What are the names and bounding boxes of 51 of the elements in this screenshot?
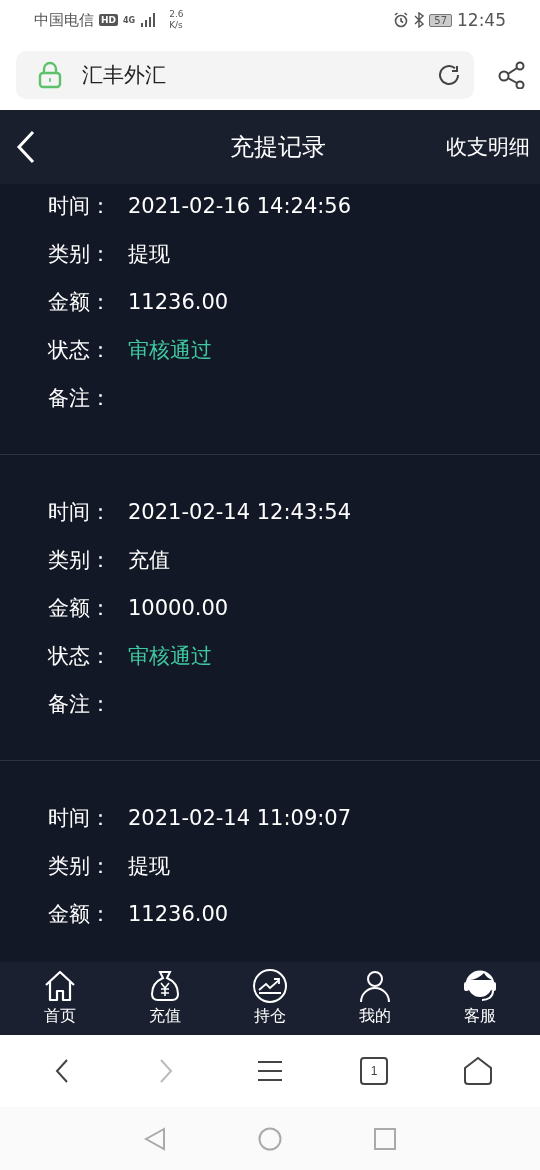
- chevron-left-icon: [55, 1058, 69, 1084]
- network-speed: 2.6: [169, 9, 184, 20]
- speed-unit: K/s: [169, 20, 184, 31]
- status-value: 审核通过: [128, 643, 212, 670]
- field-label: 备注：: [48, 385, 112, 412]
- menu-icon: [257, 1059, 283, 1083]
- reload-icon[interactable]: [436, 62, 462, 88]
- field-value: 11236.00: [128, 902, 229, 926]
- field-label: 类别：: [48, 547, 112, 574]
- address-bar[interactable]: 汇丰外汇: [16, 51, 474, 99]
- field-value: 2021-02-14 11:09:07: [128, 806, 352, 830]
- field-value: 2021-02-16 14:24:56: [128, 194, 352, 218]
- headset-icon: [461, 968, 498, 1004]
- field-label: 时间：: [48, 805, 112, 832]
- page-title: 充提记录: [230, 132, 326, 163]
- field-value: 11236.00: [128, 290, 229, 314]
- field-value: 2021-02-14 12:43:54: [128, 500, 352, 524]
- field-value: 充值: [128, 547, 170, 574]
- field-label: 金额：: [48, 901, 112, 928]
- chart-icon: [252, 968, 288, 1004]
- field-label: 状态：: [48, 337, 112, 364]
- alarm-icon: [393, 12, 410, 28]
- clock: 12:45: [457, 10, 506, 30]
- field-label: 备注：: [48, 691, 112, 718]
- status-value: 审核通过: [128, 337, 212, 364]
- field-value: 10000.00: [128, 596, 229, 620]
- tabs-button[interactable]: 1: [344, 1053, 404, 1089]
- nav-tab[interactable]: 首页: [25, 962, 96, 1035]
- carrier-name: 中国电信: [34, 10, 94, 30]
- field-label: 类别：: [48, 853, 112, 880]
- lock-icon: [38, 61, 62, 89]
- nav-tab[interactable]: 客服: [444, 962, 515, 1035]
- nav-tab[interactable]: 持仓: [235, 962, 305, 1035]
- field-label: 类别：: [48, 241, 112, 268]
- field-value: 提现: [128, 853, 170, 880]
- field-label: 金额：: [48, 595, 112, 622]
- field-label: 时间：: [48, 193, 112, 220]
- field-value: 提现: [128, 241, 170, 268]
- hd-badge: HD: [99, 14, 118, 26]
- battery-indicator: 57: [429, 13, 452, 27]
- share-icon[interactable]: [498, 61, 526, 89]
- network-type: 4G: [123, 15, 136, 25]
- nav-tab[interactable]: 我的: [339, 962, 410, 1035]
- field-label: 状态：: [48, 643, 112, 670]
- field-label: 时间：: [48, 499, 112, 526]
- nav-tab[interactable]: 充值: [130, 962, 201, 1035]
- statement-link[interactable]: 收支明细: [446, 133, 530, 161]
- home-icon: [463, 1056, 493, 1086]
- chevron-right-icon: [159, 1058, 173, 1084]
- field-label: 金额：: [48, 289, 112, 316]
- bluetooth-icon: [414, 12, 425, 28]
